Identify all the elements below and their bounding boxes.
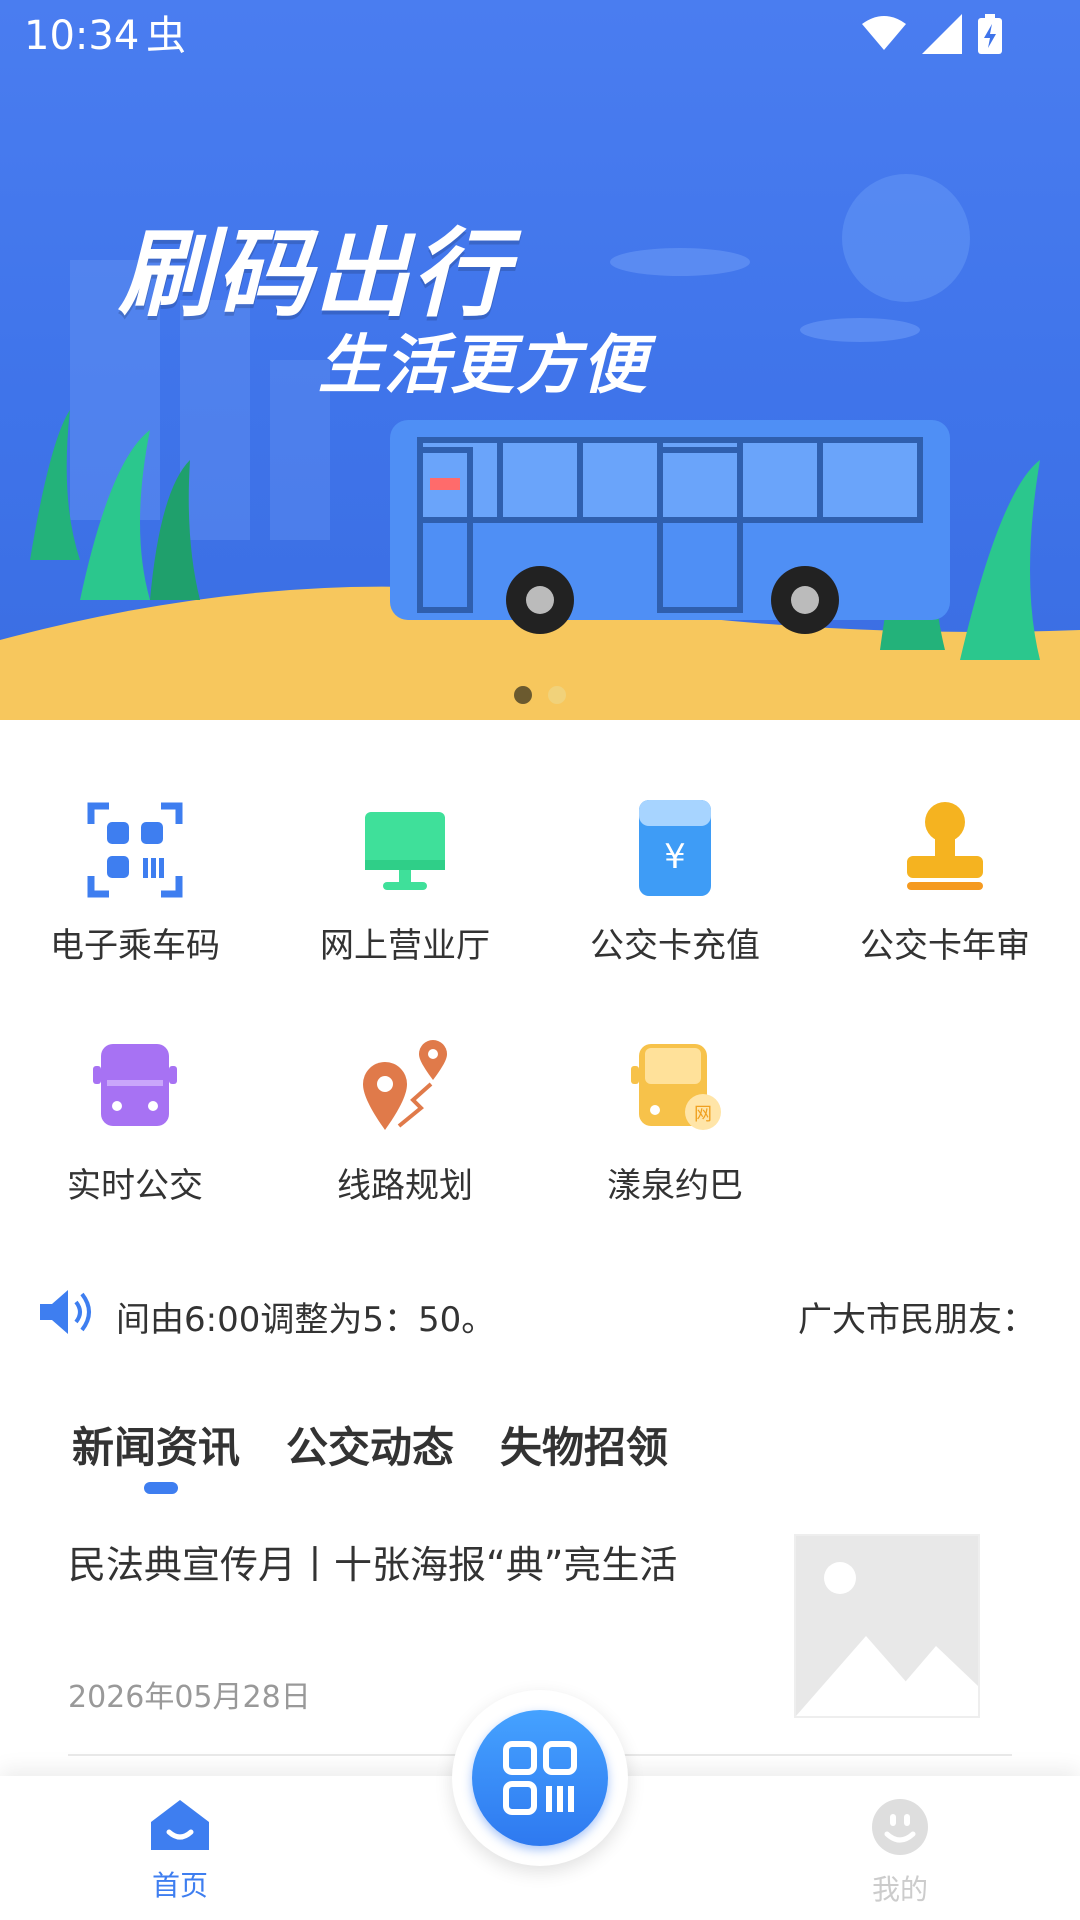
signal-icon bbox=[922, 14, 962, 54]
service-bus-booking[interactable]: 网 漾泉约巴 bbox=[540, 1040, 810, 1240]
service-label: 实时公交 bbox=[67, 1166, 203, 1206]
service-e-ride-code[interactable]: 电子乘车码 bbox=[0, 800, 270, 1000]
card-recharge-icon: ¥ bbox=[639, 800, 711, 896]
wifi-icon bbox=[862, 16, 906, 50]
route-pin-icon bbox=[363, 1040, 447, 1130]
scan-qr-inner bbox=[472, 1710, 608, 1846]
news-thumbnail bbox=[794, 1534, 980, 1718]
tab-news[interactable]: 新闻资讯 bbox=[72, 1414, 240, 1494]
tab-bus-updates[interactable]: 公交动态 bbox=[286, 1414, 454, 1475]
nav-home[interactable]: 首页 bbox=[80, 1798, 280, 1904]
qr-scan-icon bbox=[503, 1741, 577, 1815]
carousel-dot bbox=[548, 686, 566, 704]
status-time: 10:34 bbox=[24, 13, 140, 59]
bus-booking-icon: 网 bbox=[631, 1044, 721, 1130]
debug-bug-icon: 虫 bbox=[146, 13, 186, 59]
user-smile-icon bbox=[872, 1799, 928, 1855]
service-online-hall[interactable]: 网上营业厅 bbox=[270, 800, 540, 1000]
image-placeholder-icon bbox=[796, 1562, 978, 1716]
scan-qr-button[interactable] bbox=[452, 1690, 628, 1866]
svg-text:¥: ¥ bbox=[664, 837, 686, 877]
nav-mine[interactable]: 我的 bbox=[800, 1798, 1000, 1908]
service-label: 网上营业厅 bbox=[320, 926, 490, 966]
svg-text:网: 网 bbox=[694, 1104, 712, 1125]
news-tabs: 新闻资讯 公交动态 失物招领 bbox=[72, 1414, 668, 1494]
banner-carousel[interactable]: 10:34 虫 刷码出行 生活更方便 bbox=[0, 0, 1080, 720]
service-realtime-bus[interactable]: 实时公交 bbox=[0, 1040, 270, 1240]
battery-icon bbox=[978, 14, 1002, 54]
service-route-planning[interactable]: 线路规划 bbox=[270, 1040, 540, 1240]
service-label: 漾泉约巴 bbox=[607, 1166, 743, 1206]
stamp-icon bbox=[907, 802, 983, 890]
service-card-recharge[interactable]: ¥ 公交卡充值 bbox=[540, 800, 810, 1000]
service-label: 公交卡充值 bbox=[590, 926, 760, 966]
notice-text-next: 广大市民朋友： bbox=[798, 1300, 1036, 1340]
carousel-dot-active bbox=[514, 686, 532, 704]
nav-home-label: 首页 bbox=[151, 1869, 208, 1902]
tab-lost-found[interactable]: 失物招领 bbox=[500, 1414, 668, 1475]
monitor-icon bbox=[365, 812, 445, 890]
service-label: 电子乘车码 bbox=[50, 926, 220, 966]
notice-marquee[interactable]: 间由6:00调整为5：50。 广大市民朋友： bbox=[0, 1280, 1080, 1344]
bus-icon bbox=[93, 1044, 177, 1126]
service-card-annual-review[interactable]: 公交卡年审 bbox=[810, 800, 1080, 1000]
nav-mine-label: 我的 bbox=[871, 1873, 928, 1906]
carousel-indicator bbox=[514, 686, 566, 704]
banner-subtitle: 生活更方便 bbox=[318, 329, 648, 403]
home-icon bbox=[151, 1800, 209, 1850]
status-bar: 10:34 虫 bbox=[0, 0, 1080, 72]
qr-code-icon bbox=[87, 802, 183, 898]
news-date: 2026年05月28日 bbox=[68, 1680, 311, 1715]
speaker-icon bbox=[40, 1290, 91, 1334]
service-label: 公交卡年审 bbox=[860, 926, 1030, 966]
news-title: 民法典宣传月丨十张海报“典”亮生活 bbox=[68, 1543, 678, 1587]
notice-text: 间由6:00调整为5：50。 bbox=[116, 1300, 496, 1340]
service-label: 线路规划 bbox=[337, 1166, 473, 1206]
